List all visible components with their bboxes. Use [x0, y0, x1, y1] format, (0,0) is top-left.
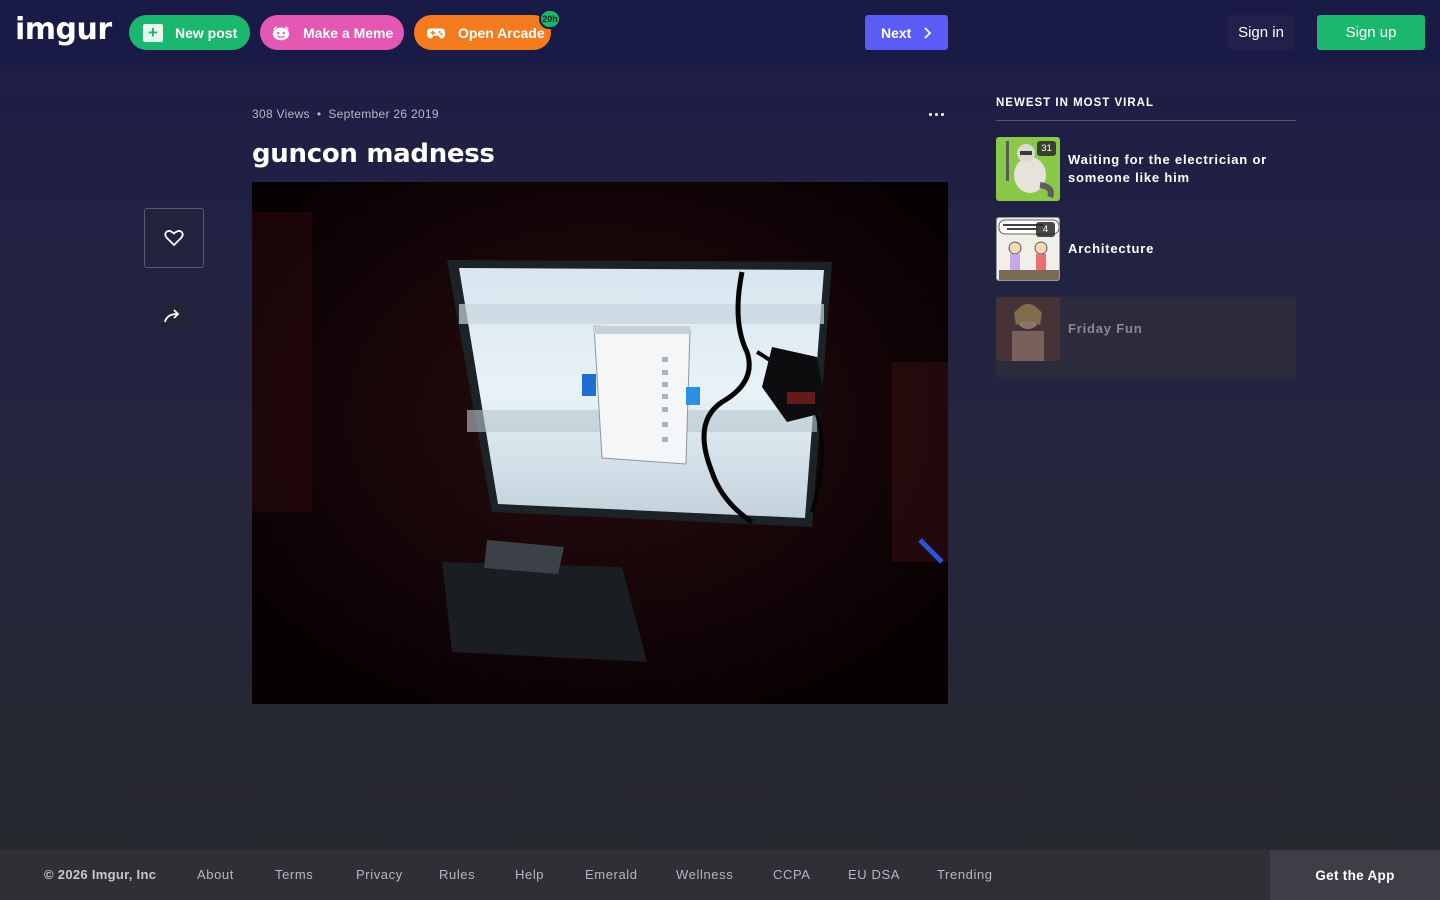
sidebar-post-title: Waiting for the electrician or someone l…: [1068, 152, 1268, 185]
open-arcade-label: Open Arcade: [458, 24, 545, 41]
view-count: 308 Views: [252, 107, 310, 121]
new-post-label: New post: [175, 24, 238, 41]
footer: © 2026 Imgur, Inc About Terms Privacy Ru…: [0, 850, 1440, 900]
post-thumbnail: [996, 297, 1060, 361]
next-post-button[interactable]: Next: [865, 15, 948, 50]
share-button[interactable]: [158, 302, 190, 330]
footer-link-terms[interactable]: Terms: [275, 867, 313, 882]
gamepad-icon: [426, 23, 446, 43]
top-bar: imgur + New post Make a Meme Open Arcade…: [0, 0, 1440, 64]
footer-link-help[interactable]: Help: [515, 867, 544, 882]
meme-face-icon: [271, 23, 291, 43]
sidebar-post-title: Friday Fun: [1068, 321, 1143, 336]
sign-up-button[interactable]: Sign up: [1317, 15, 1425, 50]
favorite-button[interactable]: [144, 208, 204, 268]
footer-link-trending[interactable]: Trending: [937, 867, 993, 882]
make-meme-button[interactable]: Make a Meme: [260, 15, 404, 50]
post-date: September 26 2019: [328, 107, 439, 121]
make-meme-label: Make a Meme: [303, 24, 394, 41]
sidebar-post-item[interactable]: 31 Waiting for the electrician or someon…: [996, 137, 1296, 217]
footer-link-eu-dsa[interactable]: EU DSA: [848, 867, 900, 882]
new-post-button[interactable]: + New post: [129, 15, 250, 50]
post-meta: 308 Views • September 26 2019: [252, 107, 439, 121]
sidebar-post-title: Architecture: [1068, 241, 1155, 256]
share-arrow-icon: [164, 309, 180, 323]
arcade-timer-badge: 20h: [539, 9, 561, 29]
post-title: guncon madness: [252, 139, 495, 169]
footer-link-privacy[interactable]: Privacy: [356, 867, 403, 882]
copyright: © 2026 Imgur, Inc: [44, 867, 157, 882]
footer-link-rules[interactable]: Rules: [439, 867, 475, 882]
open-arcade-button[interactable]: Open Arcade: [414, 15, 551, 50]
post-image[interactable]: [252, 182, 948, 704]
get-app-button[interactable]: Get the App: [1270, 850, 1440, 900]
footer-link-wellness[interactable]: Wellness: [676, 867, 733, 882]
next-label: Next: [881, 24, 912, 41]
comment-count: 31: [1037, 141, 1056, 156]
comment-count: 4: [1036, 222, 1055, 237]
post-thumbnail: 31: [996, 137, 1060, 201]
imgur-logo[interactable]: imgur: [15, 12, 112, 47]
heart-icon: [164, 230, 184, 247]
meta-separator: •: [316, 107, 322, 121]
chevron-right-icon: [924, 26, 932, 39]
sign-in-button[interactable]: Sign in: [1228, 15, 1294, 50]
footer-link-ccpa[interactable]: CCPA: [773, 867, 811, 882]
ellipsis-icon[interactable]: [924, 104, 948, 124]
post-thumbnail: 4: [996, 217, 1060, 281]
sidebar-post-item[interactable]: Friday Fun: [996, 297, 1296, 377]
footer-link-about[interactable]: About: [197, 867, 234, 882]
sidebar-heading: NEWEST IN MOST VIRAL: [996, 97, 1296, 121]
sidebar-post-item[interactable]: 4 Architecture: [996, 217, 1296, 297]
plus-icon: +: [143, 23, 163, 43]
footer-link-emerald[interactable]: Emerald: [585, 867, 638, 882]
